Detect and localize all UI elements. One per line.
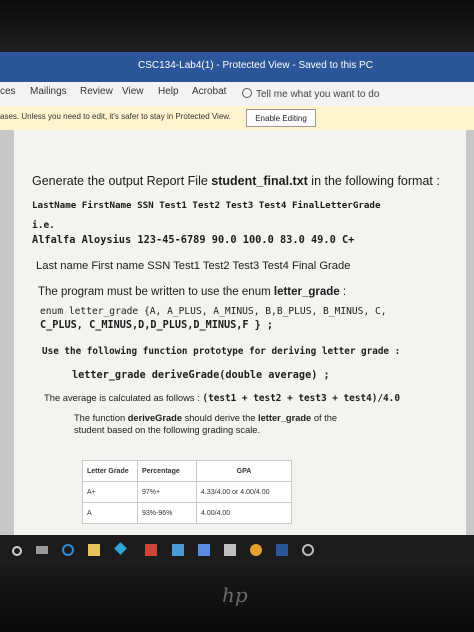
table-header-row: Letter Grade Percentage GPA xyxy=(82,460,292,482)
store-icon[interactable] xyxy=(114,542,127,555)
header-letter-grade: Letter Grade xyxy=(82,460,138,482)
tell-me-text: Tell me what you want to do xyxy=(256,89,380,100)
header-percentage: Percentage xyxy=(137,460,197,482)
word-icon[interactable] xyxy=(276,544,288,556)
prototype-heading: Use the following function prototype for… xyxy=(42,346,401,357)
netflix-icon[interactable] xyxy=(145,544,157,556)
intro-tail-text: in the following format : xyxy=(307,174,440,188)
cell-gpa: 4.33/4.00 or 4.00/4.00 xyxy=(196,481,292,503)
protected-view-message: ases. Unless you need to edit, it's safe… xyxy=(0,112,231,121)
file-explorer-icon[interactable] xyxy=(88,544,100,556)
taskbar xyxy=(0,535,474,565)
derive-text-c: of the xyxy=(311,413,338,423)
edge-browser-icon[interactable] xyxy=(62,544,74,556)
dropbox-icon[interactable] xyxy=(198,544,210,556)
search-icon xyxy=(242,88,252,98)
header-gpa: GPA xyxy=(196,460,292,482)
window-title: CSC134-Lab4(1) - Protected View - Saved … xyxy=(138,60,373,71)
prototype-line: letter_grade deriveGrade(double average)… xyxy=(72,370,330,381)
enum-line-2: C_PLUS, C_MINUS,D,D_PLUS,D_MINUS,F } ; xyxy=(40,320,274,331)
derive-text-b: should derive the xyxy=(182,413,258,423)
derive-line-2: student based on the following grading s… xyxy=(74,425,261,435)
derive-fn-name: deriveGrade xyxy=(127,413,183,423)
derive-text-a: The function xyxy=(74,413,128,423)
intro-text: Generate the output Report File xyxy=(32,174,212,188)
cell-letter: A xyxy=(82,502,138,524)
filename-text: student_final.txt xyxy=(211,174,308,188)
photos-icon[interactable] xyxy=(172,544,184,556)
laptop-bezel-bottom: hp xyxy=(0,565,474,632)
window-titlebar: CSC134-Lab4(1) - Protected View - Saved … xyxy=(0,52,474,82)
document-page: Generate the output Report File student_… xyxy=(14,130,466,535)
tab-review[interactable]: Review xyxy=(80,86,113,97)
cell-percentage: 97%+ xyxy=(137,481,197,503)
enable-editing-button[interactable]: Enable Editing xyxy=(246,109,316,127)
enum-intro-text: The program must be written to use the e… xyxy=(38,286,274,298)
tell-me-search[interactable]: Tell me what you want to do xyxy=(242,88,379,100)
tab-view[interactable]: View xyxy=(122,86,144,97)
table-row: A+ 97%+ 4.33/4.00 or 4.00/4.00 xyxy=(82,481,292,503)
mail-icon[interactable] xyxy=(224,544,236,556)
tab-help[interactable]: Help xyxy=(158,86,179,97)
enum-intro-paragraph: The program must be written to use the e… xyxy=(38,286,346,298)
tab-acrobat[interactable]: Acrobat xyxy=(192,86,226,97)
format-header-line: LastName FirstName SSN Test1 Test2 Test3… xyxy=(32,200,381,211)
grading-scale-table: Letter Grade Percentage GPA A+ 97%+ 4.33… xyxy=(82,460,292,524)
monitor-bezel-top xyxy=(0,0,474,52)
intro-paragraph: Generate the output Report File student_… xyxy=(32,174,440,188)
tab-mailings[interactable]: Mailings xyxy=(30,86,67,97)
cell-letter: A+ xyxy=(82,481,138,503)
microphone-icon[interactable] xyxy=(12,546,22,556)
average-paragraph: The average is calculated as follows : (… xyxy=(44,392,400,404)
cell-percentage: 93%-96% xyxy=(137,502,197,524)
average-formula: (test1 + test2 + test3 + test4)/4.0 xyxy=(202,393,400,404)
protected-view-bar: ases. Unless you need to edit, it's safe… xyxy=(0,106,474,131)
task-view-icon[interactable] xyxy=(36,546,48,554)
tab-references[interactable]: ces xyxy=(0,86,16,97)
settings-gear-icon[interactable] xyxy=(302,544,314,556)
hp-logo: hp xyxy=(222,583,248,607)
cell-gpa: 4.00/4.00 xyxy=(196,502,292,524)
enum-line-1: enum letter_grade {A, A_PLUS, A_MINUS, B… xyxy=(40,306,387,317)
chrome-icon[interactable] xyxy=(250,544,262,556)
enum-intro-tail: : xyxy=(339,286,347,298)
derive-line-1: The function deriveGrade should derive t… xyxy=(74,413,337,423)
derive-letter-grade: letter_grade xyxy=(258,413,312,423)
table-row: A 93%-96% 4.00/4.00 xyxy=(82,502,292,524)
ie-label: i.e. xyxy=(32,220,55,231)
example-record-line: Alfalfa Aloysius 123-45-6789 90.0 100.0 … xyxy=(32,234,355,246)
average-text: The average is calculated as follows : xyxy=(44,392,203,403)
plain-header-line: Last name First name SSN Test1 Test2 Tes… xyxy=(36,260,351,272)
ribbon-tabs: ces Mailings Review View Help Acrobat Te… xyxy=(0,82,474,106)
enum-name-text: letter_grade xyxy=(273,286,340,298)
